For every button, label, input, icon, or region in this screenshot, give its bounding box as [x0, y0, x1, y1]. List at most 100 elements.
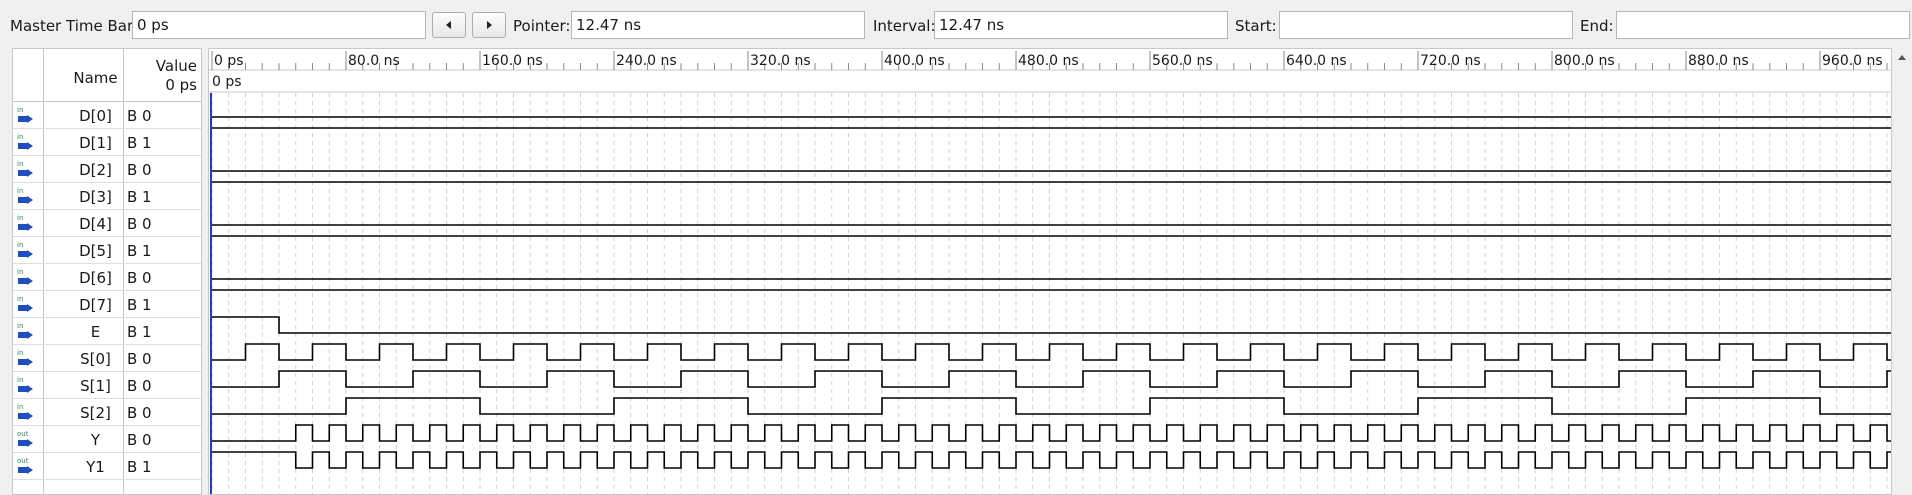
time-tick-label: 640.0 ns: [1286, 53, 1347, 69]
input-pin-icon: in: [15, 347, 37, 369]
signal-value: B 0: [127, 107, 152, 125]
toolbar: Master Time Bar: 0 ps Pointer: 12.47 ns …: [0, 0, 1912, 50]
waveform-s1[interactable]: [212, 370, 1891, 388]
signal-value: B 1: [127, 296, 152, 314]
input-pin-icon: in: [15, 374, 37, 396]
time-tick-label: 400.0 ns: [884, 53, 945, 69]
svg-text:in: in: [17, 187, 23, 195]
signal-row[interactable]: in S[2] B 0: [13, 399, 201, 426]
input-pin-icon: in: [15, 239, 37, 261]
signal-value: B 0: [127, 269, 152, 287]
time-tick-label: 720.0 ns: [1420, 53, 1481, 69]
signal-row[interactable]: in S[1] B 0: [13, 372, 201, 399]
time-tick-label: 240.0 ns: [616, 53, 677, 69]
signal-name-panel: Name Value 0 ps in D[0] B 0 in D[1] B 1 in D[2]…: [12, 48, 202, 495]
input-pin-icon: in: [15, 131, 37, 153]
signal-row[interactable]: in D[0] B 0: [13, 102, 201, 129]
time-tick-label: 560.0 ns: [1152, 53, 1213, 69]
signal-value: B 1: [127, 188, 152, 206]
waveform-s0[interactable]: [212, 343, 1891, 361]
start-field[interactable]: [1279, 11, 1573, 39]
triangle-right-icon: [487, 21, 492, 29]
signal-row[interactable]: in D[1] B 1: [13, 129, 201, 156]
time-tick-label: 960.0 ns: [1822, 53, 1883, 69]
time-tick-label: 320.0 ns: [750, 53, 811, 69]
interval-field[interactable]: 12.47 ns: [934, 11, 1228, 39]
signal-row[interactable]: in D[7] B 1: [13, 291, 201, 318]
value-time-label: 0 ps: [165, 76, 197, 94]
name-column-header[interactable]: Name: [43, 69, 148, 87]
signal-value: B 0: [127, 161, 152, 179]
signal-row[interactable]: in E B 1: [13, 318, 201, 345]
svg-text:in: in: [17, 295, 23, 303]
previous-transition-button[interactable]: [432, 12, 466, 38]
waveform-y[interactable]: [212, 424, 1891, 442]
end-field[interactable]: [1616, 11, 1910, 39]
waveform-viewer[interactable]: 0 ps 80.0 ns 160.0 ns 240.0 ns 320.0 ns 400.0…: [208, 48, 1892, 495]
start-label: Start:: [1235, 17, 1277, 35]
signal-row[interactable]: out Y1 B 1: [13, 453, 201, 480]
svg-text:in: in: [17, 322, 23, 330]
input-pin-icon: in: [15, 293, 37, 315]
scroll-up-icon[interactable]: [1892, 48, 1912, 68]
signal-panel-header: Name Value 0 ps: [13, 49, 201, 102]
signal-value: B 1: [127, 242, 152, 260]
signal-row[interactable]: out Y B 0: [13, 426, 201, 453]
waveform-s2[interactable]: [212, 397, 1891, 415]
svg-text:in: in: [17, 214, 23, 222]
value-header-label: Value: [155, 57, 197, 75]
input-pin-icon: in: [15, 401, 37, 423]
time-tick-label: 80.0 ns: [348, 53, 400, 69]
time-tick-label: 0 ps: [214, 53, 244, 69]
svg-text:out: out: [17, 430, 29, 438]
signal-row[interactable]: in S[0] B 0: [13, 345, 201, 372]
signal-value: B 1: [127, 323, 152, 341]
waveform-y1[interactable]: [212, 451, 1891, 469]
waveform-e[interactable]: [212, 316, 1891, 334]
horizontal-scroll-area[interactable]: [1892, 48, 1912, 495]
time-tick-label: 480.0 ns: [1018, 53, 1079, 69]
input-pin-icon: in: [15, 104, 37, 126]
signal-value: B 0: [127, 431, 152, 449]
svg-text:in: in: [17, 376, 23, 384]
input-pin-icon: in: [15, 266, 37, 288]
next-transition-button[interactable]: [472, 12, 506, 38]
pointer-field[interactable]: 12.47 ns: [571, 11, 865, 39]
waveform-canvas[interactable]: 0 ps 80.0 ns 160.0 ns 240.0 ns 320.0 ns 400.0…: [209, 49, 1891, 494]
signal-value: B 0: [127, 404, 152, 422]
pointer-label: Pointer:: [513, 17, 571, 35]
svg-text:in: in: [17, 106, 23, 114]
signal-row[interactable]: in D[4] B 0: [13, 210, 201, 237]
master-time-bar-label: Master Time Bar:: [10, 17, 138, 35]
output-pin-icon: out: [15, 455, 37, 477]
master-time-bar-field[interactable]: 0 ps: [132, 11, 426, 39]
end-label: End:: [1580, 17, 1614, 35]
signal-row[interactable]: in D[6] B 0: [13, 264, 201, 291]
input-pin-icon: in: [15, 185, 37, 207]
svg-text:in: in: [17, 403, 23, 411]
signal-row[interactable]: in D[2] B 0: [13, 156, 201, 183]
time-tick-label: 800.0 ns: [1554, 53, 1615, 69]
signal-value: B 1: [127, 458, 152, 476]
cursor-time-label: 0 ps: [212, 74, 242, 90]
signal-value: B 0: [127, 350, 152, 368]
signal-row[interactable]: in D[3] B 1: [13, 183, 201, 210]
triangle-left-icon: [446, 21, 451, 29]
input-pin-icon: in: [15, 212, 37, 234]
svg-text:in: in: [17, 349, 23, 357]
input-pin-icon: in: [15, 320, 37, 342]
svg-text:in: in: [17, 268, 23, 276]
signal-row[interactable]: in D[5] B 1: [13, 237, 201, 264]
output-pin-icon: out: [15, 428, 37, 450]
signal-value: B 0: [127, 377, 152, 395]
signal-value: B 1: [127, 134, 152, 152]
time-tick-label: 880.0 ns: [1688, 53, 1749, 69]
signal-value: B 0: [127, 215, 152, 233]
input-pin-icon: in: [15, 158, 37, 180]
svg-text:in: in: [17, 241, 23, 249]
time-tick-label: 160.0 ns: [482, 53, 543, 69]
svg-text:in: in: [17, 160, 23, 168]
value-column-header[interactable]: Value 0 ps: [156, 57, 197, 95]
svg-text:out: out: [17, 457, 29, 465]
svg-text:in: in: [17, 133, 23, 141]
